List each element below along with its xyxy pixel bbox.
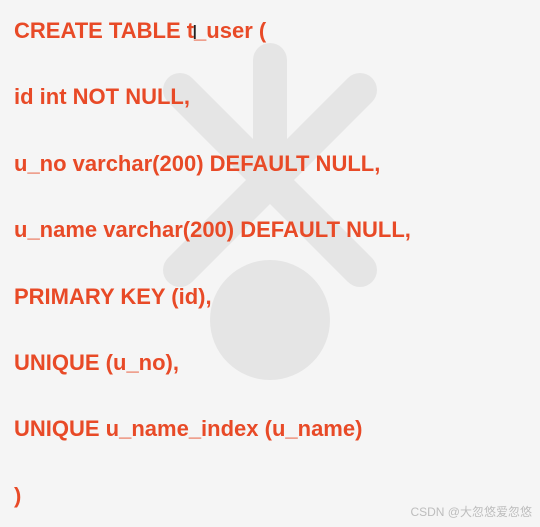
code-line: u_no varchar(200) DEFAULT NULL, [14, 151, 534, 177]
sql-code-block: CREATE TABLE t_user ( id int NOT NULL, u… [0, 0, 540, 527]
code-line: CREATE TABLE t_user ( [14, 18, 534, 44]
code-line: id int NOT NULL, [14, 84, 534, 110]
code-line: PRIMARY KEY (id), [14, 284, 534, 310]
code-line: UNIQUE (u_no), [14, 350, 534, 376]
code-line: u_name varchar(200) DEFAULT NULL, [14, 217, 534, 243]
attribution-text: CSDN @大忽悠爱忽悠 [410, 503, 532, 520]
code-line: UNIQUE u_name_index (u_name) [14, 416, 534, 442]
